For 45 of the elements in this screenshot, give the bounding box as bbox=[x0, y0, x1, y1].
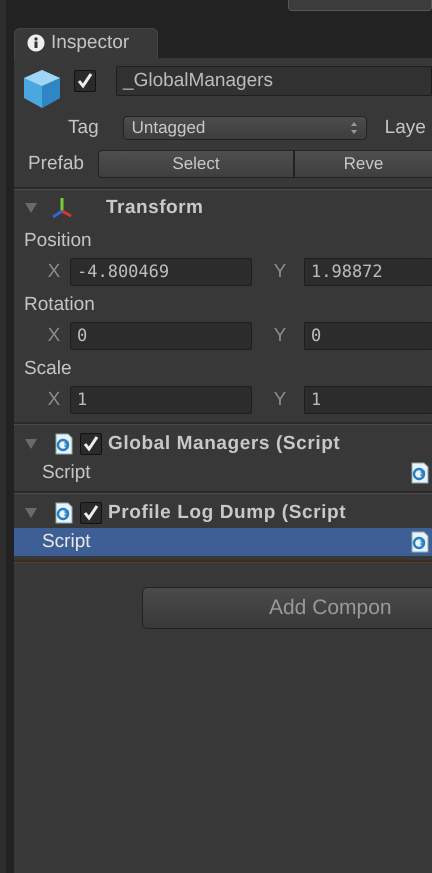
csharp-script-icon bbox=[54, 502, 74, 524]
property-label: Position bbox=[23, 229, 93, 252]
foldout-arrow-icon[interactable] bbox=[24, 438, 38, 450]
property-row[interactable]: Script bbox=[14, 528, 432, 556]
number-field[interactable]: 0 bbox=[304, 322, 432, 350]
checkbox[interactable] bbox=[80, 433, 102, 455]
axis-label: Y bbox=[272, 389, 288, 411]
number-field[interactable]: 1 bbox=[304, 386, 432, 414]
axes-icon bbox=[50, 196, 74, 220]
checkbox[interactable] bbox=[74, 70, 96, 92]
component-title: Transform bbox=[106, 197, 204, 219]
csharp-script-icon bbox=[410, 531, 430, 553]
tag-label: Tag bbox=[68, 117, 99, 139]
csharp-script-icon bbox=[410, 462, 430, 484]
inspector-tab[interactable]: Inspector bbox=[14, 28, 158, 58]
property-label: Script bbox=[42, 531, 91, 553]
property-label: Rotation bbox=[23, 293, 96, 316]
object-name-field[interactable]: _GlobalManagers bbox=[116, 66, 432, 96]
prefab-button[interactable]: Select bbox=[98, 150, 294, 178]
axis-label: X bbox=[46, 261, 62, 283]
number-field[interactable]: 1.98872 bbox=[304, 258, 432, 286]
component-title: Profile Log Dump (Script bbox=[108, 502, 346, 524]
component-title: Global Managers (Script bbox=[108, 433, 340, 455]
foldout-arrow-icon[interactable] bbox=[24, 507, 38, 519]
axis-label: Y bbox=[272, 261, 288, 283]
tag-dropdown[interactable]: Untagged bbox=[122, 116, 367, 140]
layer-label: Laye bbox=[384, 117, 426, 139]
property-row[interactable]: Script bbox=[14, 459, 432, 487]
csharp-script-icon bbox=[54, 433, 74, 455]
up-down-arrows-icon bbox=[350, 121, 358, 135]
property-label: Script bbox=[42, 462, 91, 484]
axis-label: X bbox=[46, 389, 62, 411]
info-icon bbox=[27, 34, 45, 52]
axis-label: X bbox=[46, 325, 62, 347]
property-label: Scale bbox=[23, 357, 73, 380]
number-field[interactable]: 1 bbox=[70, 386, 252, 414]
add-component-button[interactable]: Add Compon bbox=[142, 587, 432, 629]
layout-dropdown[interactable] bbox=[288, 0, 432, 11]
checkbox[interactable] bbox=[80, 502, 102, 524]
prefab-label: Prefab bbox=[28, 153, 84, 175]
number-field[interactable]: -4.800469 bbox=[70, 258, 252, 286]
prefab-button[interactable]: Reve bbox=[294, 150, 432, 178]
foldout-arrow-icon[interactable] bbox=[24, 202, 38, 214]
axis-label: Y bbox=[272, 325, 288, 347]
number-field[interactable]: 0 bbox=[70, 322, 252, 350]
